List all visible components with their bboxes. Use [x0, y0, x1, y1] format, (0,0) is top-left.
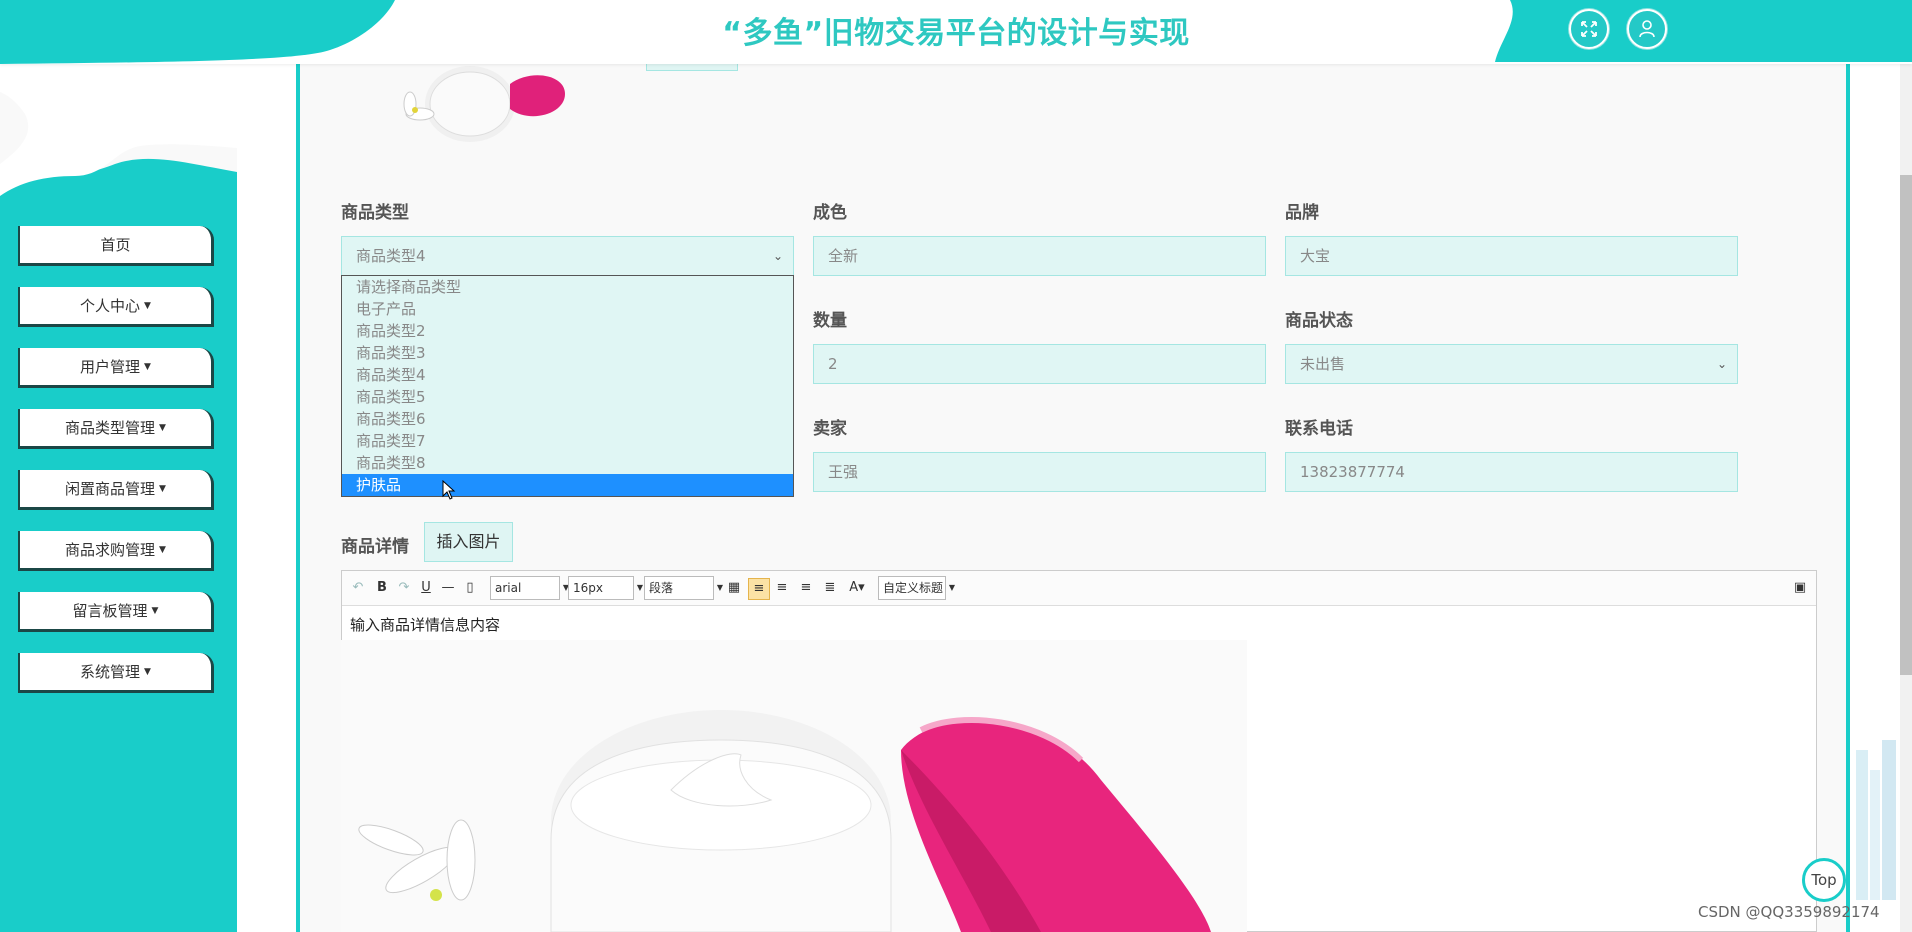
- horizontal-rule-icon[interactable]: —: [440, 578, 456, 598]
- brand-input[interactable]: 大宝: [1285, 236, 1738, 276]
- editor-content[interactable]: 输入商品详情信息内容: [342, 606, 1816, 643]
- product-image: [341, 640, 1247, 932]
- top-header: “多鱼”旧物交易平台的设计与实现: [0, 0, 1912, 64]
- status-select[interactable]: 未出售 ⌄: [1285, 344, 1738, 384]
- dropdown-option[interactable]: 商品类型8: [342, 452, 793, 474]
- align-justify-icon[interactable]: ≣: [822, 578, 838, 598]
- insert-image-button[interactable]: 插入图片: [424, 522, 513, 562]
- sidebar-item-personal-center[interactable]: 个人中心 ▼: [18, 287, 214, 327]
- caret-down-icon: ▼: [159, 422, 166, 433]
- phone-label: 联系电话: [1285, 419, 1353, 439]
- caret-down-icon: ▼: [144, 300, 151, 311]
- watermark: CSDN @QQ3359892174: [1698, 903, 1880, 921]
- fullscreen-button[interactable]: [1569, 9, 1609, 49]
- dropdown-option[interactable]: 请选择商品类型: [342, 276, 793, 298]
- back-to-top-button[interactable]: Top: [1802, 858, 1846, 902]
- font-size-select[interactable]: 16px ▼: [568, 576, 643, 600]
- font-color-icon[interactable]: A▾: [846, 578, 868, 598]
- chevron-down-icon: ⌄: [772, 249, 783, 263]
- paragraph-select[interactable]: 段落 ▼: [644, 576, 723, 600]
- bold-icon[interactable]: B: [374, 578, 390, 598]
- category-select-value: 商品类型4: [356, 247, 426, 265]
- editor-toolbar: ↶ B ↷ U — ▯ arial ▼ 16px ▼ 段落 ▼ ▦ ≡ ≡ ≡ ≣ A…: [342, 571, 1816, 606]
- dropdown-option[interactable]: 商品类型7: [342, 430, 793, 452]
- sidebar-item-home[interactable]: 首页: [18, 226, 214, 266]
- paragraph-value: 段落: [649, 581, 674, 595]
- quantity-input[interactable]: 2: [813, 344, 1266, 384]
- sidebar-item-user-management[interactable]: 用户管理 ▼: [18, 348, 214, 388]
- content-border-right: [1846, 64, 1850, 932]
- sidebar-item-label: 闲置商品管理: [65, 480, 156, 498]
- user-button[interactable]: [1627, 9, 1667, 49]
- product-thumbnail: [403, 66, 565, 142]
- sidebar-item-category-management[interactable]: 商品类型管理 ▼: [18, 409, 214, 449]
- fullscreen-editor-icon[interactable]: ▣: [1792, 578, 1808, 598]
- sidebar-shape: [0, 64, 237, 196]
- fullscreen-icon: [1581, 21, 1597, 37]
- partial-button: [646, 64, 738, 71]
- redo-icon[interactable]: ↷: [396, 578, 412, 598]
- sidebar-item-message-board-management[interactable]: 留言板管理 ▼: [18, 592, 214, 632]
- document-icon[interactable]: ▯: [462, 578, 478, 598]
- caret-down-icon: ▼: [159, 483, 166, 494]
- dropdown-arrow-icon: ▼: [948, 583, 955, 592]
- caret-down-icon: ▼: [144, 361, 151, 372]
- status-label: 商品状态: [1285, 311, 1353, 331]
- sidebar-item-label: 用户管理: [80, 358, 141, 376]
- dropdown-arrow-icon: ▼: [716, 583, 723, 592]
- city-decoration: [1856, 740, 1896, 900]
- sidebar-item-system-management[interactable]: 系统管理 ▼: [18, 653, 214, 693]
- sidebar: 首页 个人中心 ▼ 用户管理 ▼ 商品类型管理 ▼ 闲置商品管理 ▼ 商品求购管理 ▼ 留…: [0, 64, 237, 932]
- category-select[interactable]: 商品类型4 ⌄: [341, 236, 794, 276]
- chevron-down-icon: ⌄: [1716, 357, 1727, 371]
- details-label: 商品详情: [341, 537, 409, 557]
- dropdown-arrow-icon: ▼: [636, 583, 643, 592]
- sidebar-item-label: 商品求购管理: [65, 541, 156, 559]
- status-select-value: 未出售: [1300, 355, 1346, 373]
- seller-label: 卖家: [813, 419, 847, 439]
- category-label: 商品类型: [341, 203, 409, 223]
- caret-down-icon: ▼: [144, 666, 151, 677]
- align-right-icon[interactable]: ≡: [774, 578, 790, 598]
- font-size-value: 16px: [573, 581, 603, 595]
- dropdown-option[interactable]: 商品类型3: [342, 342, 793, 364]
- custom-heading-value: 自定义标题: [883, 581, 944, 595]
- category-dropdown-list: 请选择商品类型 电子产品 商品类型2 商品类型3 商品类型4 商品类型5 商品类…: [341, 275, 794, 497]
- font-family-select[interactable]: arial ▼: [490, 576, 569, 600]
- sidebar-item-label: 留言板管理: [72, 602, 148, 620]
- custom-heading-select[interactable]: 自定义标题 ▼: [878, 576, 955, 600]
- undo-icon[interactable]: ↶: [350, 578, 366, 598]
- page-scrollbar-thumb[interactable]: [1900, 175, 1912, 675]
- dropdown-option[interactable]: 商品类型4: [342, 364, 793, 386]
- table-icon[interactable]: ▦: [726, 578, 742, 598]
- dropdown-option[interactable]: 商品类型5: [342, 386, 793, 408]
- phone-input[interactable]: 13823877774: [1285, 452, 1738, 492]
- quantity-label: 数量: [813, 311, 847, 331]
- sidebar-item-idle-goods-management[interactable]: 闲置商品管理 ▼: [18, 470, 214, 510]
- page-title: “多鱼”旧物交易平台的设计与实现: [722, 16, 1190, 51]
- sidebar-item-purchase-request-management[interactable]: 商品求购管理 ▼: [18, 531, 214, 571]
- dropdown-option[interactable]: 电子产品: [342, 298, 793, 320]
- mouse-cursor-icon: [442, 480, 456, 500]
- user-icon: [1639, 20, 1655, 38]
- dropdown-option[interactable]: 商品类型6: [342, 408, 793, 430]
- sidebar-item-label: 个人中心: [80, 297, 141, 315]
- align-left-icon[interactable]: ≡: [748, 578, 770, 600]
- condition-input[interactable]: 全新: [813, 236, 1266, 276]
- brand-label: 品牌: [1285, 203, 1319, 223]
- seller-input[interactable]: 王强: [813, 452, 1266, 492]
- dropdown-option-highlighted[interactable]: 护肤品: [342, 474, 793, 496]
- condition-label: 成色: [813, 203, 847, 223]
- underline-icon[interactable]: U: [418, 578, 434, 598]
- sidebar-item-label: 商品类型管理: [65, 419, 156, 437]
- caret-down-icon: ▼: [159, 544, 166, 555]
- dropdown-option[interactable]: 商品类型2: [342, 320, 793, 342]
- caret-down-icon: ▼: [151, 605, 159, 616]
- sidebar-item-label: 系统管理: [80, 663, 141, 681]
- align-center-icon[interactable]: ≡: [798, 578, 814, 598]
- font-family-value: arial: [495, 581, 522, 595]
- sidebar-item-label: 首页: [100, 236, 131, 254]
